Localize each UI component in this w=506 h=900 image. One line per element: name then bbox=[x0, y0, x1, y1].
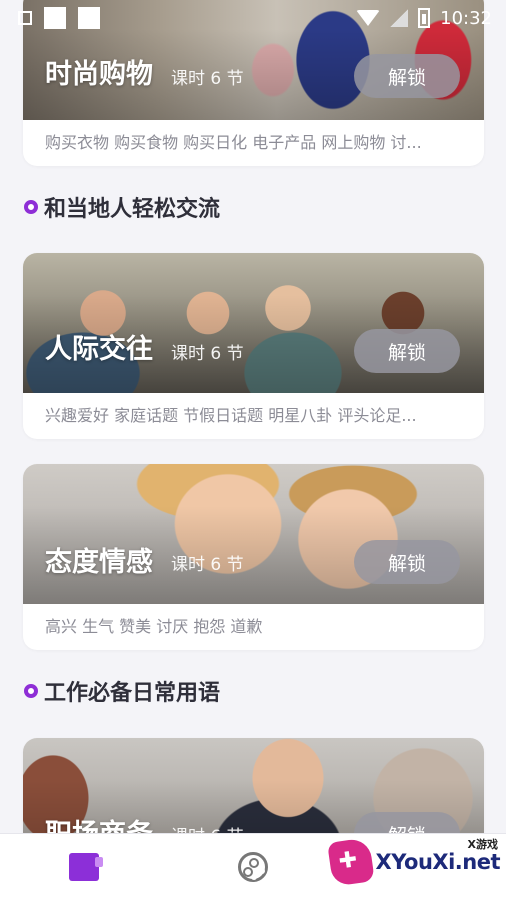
status-system: 10:32 bbox=[356, 8, 492, 29]
status-bar: 10:32 bbox=[0, 0, 506, 36]
course-title: 人际交往 bbox=[45, 334, 153, 365]
section-dot-icon bbox=[24, 200, 38, 214]
course-title: 职场商务 bbox=[45, 812, 153, 833]
course-card-emotion[interactable]: 态度情感 课时 6 节 解锁 高兴 生气 赞美 讨厌 抱怨 道歉 bbox=[23, 464, 484, 650]
section-title: 工作必备日常用语 bbox=[44, 681, 221, 706]
section-header: 和当地人轻松交流 bbox=[24, 191, 220, 223]
watermark-small-text: X游戏 bbox=[467, 838, 498, 851]
battery-icon bbox=[418, 8, 431, 28]
unlock-button[interactable]: 解锁 bbox=[354, 329, 460, 373]
signal-icon bbox=[390, 9, 409, 27]
nav-item-videos[interactable] bbox=[193, 834, 313, 900]
unlock-button[interactable]: 解锁 bbox=[354, 540, 460, 584]
course-lessons: 课时 6 节 bbox=[171, 69, 244, 89]
unlock-button[interactable]: 解锁 bbox=[354, 812, 460, 833]
section-title: 和当地人轻松交流 bbox=[44, 197, 221, 222]
section-header: 工作必备日常用语 bbox=[24, 675, 220, 707]
course-image: 人际交往 课时 6 节 解锁 bbox=[23, 253, 484, 393]
course-lessons: 课时 6 节 bbox=[171, 822, 244, 833]
nav-item-courses[interactable] bbox=[24, 834, 144, 900]
course-card-business[interactable]: 职场商务 课时 6 节 解锁 bbox=[23, 738, 484, 833]
course-title: 时尚购物 bbox=[45, 59, 153, 90]
screenshot-icon bbox=[18, 11, 32, 25]
wifi-icon bbox=[356, 10, 381, 26]
notification-icon bbox=[78, 7, 100, 29]
notification-icon bbox=[44, 7, 66, 29]
course-lessons: 课时 6 节 bbox=[171, 555, 244, 575]
watermark: X游戏 XYouXi.net bbox=[327, 832, 501, 892]
course-card-social[interactable]: 人际交往 课时 6 节 解锁 兴趣爱好 家庭话题 节假日话题 明星八卦 评头论足… bbox=[23, 253, 484, 439]
watermark-text: XYouXi.net bbox=[375, 850, 501, 874]
course-image: 职场商务 课时 6 节 解锁 bbox=[23, 738, 484, 833]
course-tags: 兴趣爱好 家庭话题 节假日话题 明星八卦 评头论足... bbox=[45, 406, 417, 425]
unlock-button[interactable]: 解锁 bbox=[354, 54, 460, 98]
gamepad-logo-icon bbox=[327, 837, 375, 887]
section-dot-icon bbox=[24, 684, 38, 698]
course-tags: 高兴 生气 赞美 讨厌 抱怨 道歉 bbox=[45, 617, 263, 636]
film-reel-icon bbox=[237, 852, 268, 882]
course-tags: 购买衣物 购买食物 购买日化 电子产品 网上购物 讨... bbox=[45, 133, 422, 152]
status-notifications bbox=[18, 7, 100, 29]
course-list[interactable]: 时尚购物 课时 6 节 解锁 购买衣物 购买食物 购买日化 电子产品 网上购物 … bbox=[0, 0, 506, 833]
book-icon bbox=[69, 853, 104, 881]
course-lessons: 课时 6 节 bbox=[171, 344, 244, 364]
course-image: 态度情感 课时 6 节 解锁 bbox=[23, 464, 484, 604]
clock: 10:32 bbox=[440, 7, 492, 29]
course-title: 态度情感 bbox=[45, 547, 153, 578]
